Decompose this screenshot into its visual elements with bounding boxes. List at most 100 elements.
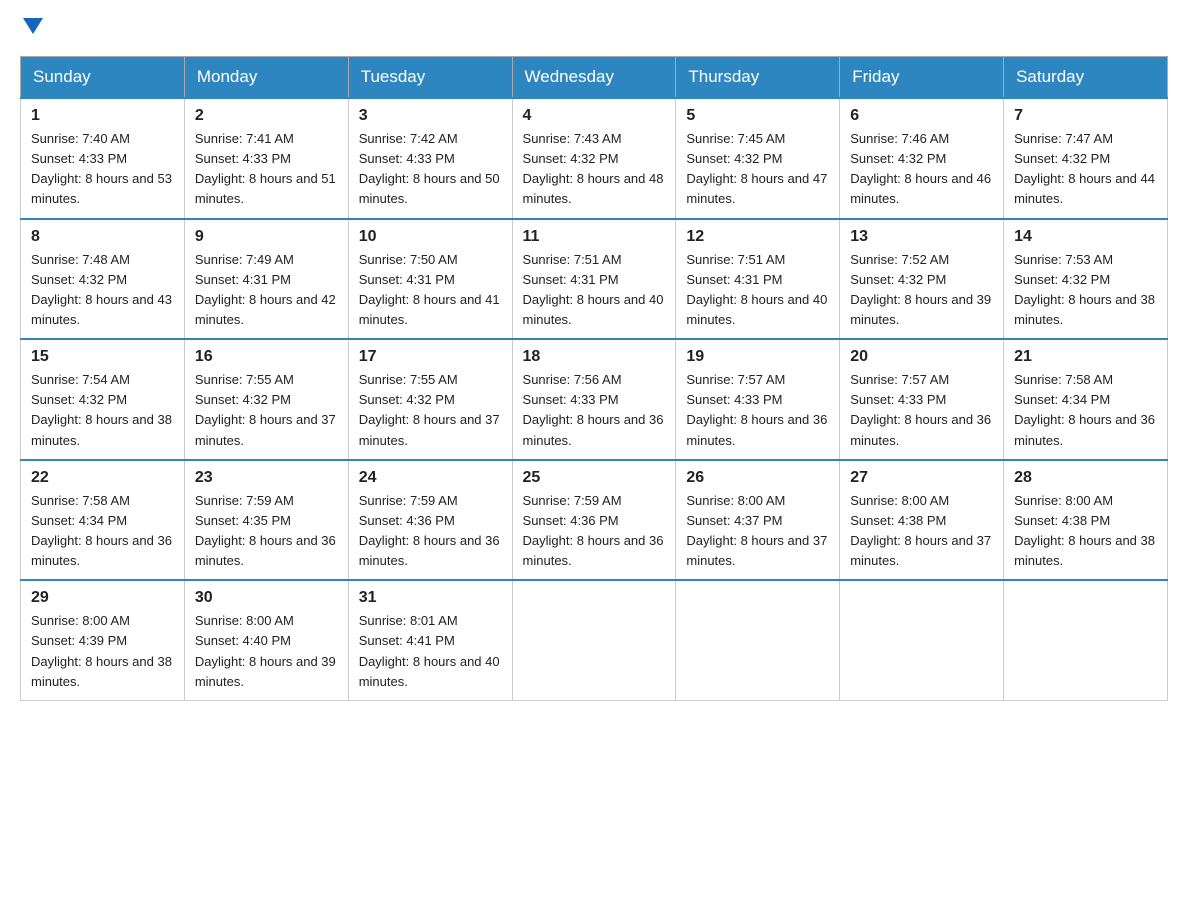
weekday-header-wednesday: Wednesday <box>512 57 676 99</box>
calendar-cell: 4 Sunrise: 7:43 AMSunset: 4:32 PMDayligh… <box>512 98 676 219</box>
day-info: Sunrise: 8:00 AMSunset: 4:38 PMDaylight:… <box>850 493 991 568</box>
calendar-cell: 9 Sunrise: 7:49 AMSunset: 4:31 PMDayligh… <box>184 219 348 340</box>
day-number: 18 <box>523 348 666 366</box>
calendar-cell: 19 Sunrise: 7:57 AMSunset: 4:33 PMDaylig… <box>676 339 840 460</box>
week-row-2: 8 Sunrise: 7:48 AMSunset: 4:32 PMDayligh… <box>21 219 1168 340</box>
day-number: 6 <box>850 107 993 125</box>
calendar-cell: 31 Sunrise: 8:01 AMSunset: 4:41 PMDaylig… <box>348 580 512 700</box>
day-info: Sunrise: 7:58 AMSunset: 4:34 PMDaylight:… <box>1014 372 1155 447</box>
day-info: Sunrise: 7:57 AMSunset: 4:33 PMDaylight:… <box>686 372 827 447</box>
day-number: 11 <box>523 228 666 246</box>
calendar-cell: 24 Sunrise: 7:59 AMSunset: 4:36 PMDaylig… <box>348 460 512 581</box>
calendar-cell <box>1004 580 1168 700</box>
week-row-4: 22 Sunrise: 7:58 AMSunset: 4:34 PMDaylig… <box>21 460 1168 581</box>
day-number: 17 <box>359 348 502 366</box>
day-info: Sunrise: 8:00 AMSunset: 4:37 PMDaylight:… <box>686 493 827 568</box>
day-number: 13 <box>850 228 993 246</box>
day-number: 25 <box>523 469 666 487</box>
calendar-cell: 5 Sunrise: 7:45 AMSunset: 4:32 PMDayligh… <box>676 98 840 219</box>
day-info: Sunrise: 7:51 AMSunset: 4:31 PMDaylight:… <box>523 252 664 327</box>
day-number: 31 <box>359 589 502 607</box>
calendar-cell: 8 Sunrise: 7:48 AMSunset: 4:32 PMDayligh… <box>21 219 185 340</box>
day-number: 5 <box>686 107 829 125</box>
day-number: 15 <box>31 348 174 366</box>
day-info: Sunrise: 7:53 AMSunset: 4:32 PMDaylight:… <box>1014 252 1155 327</box>
calendar-cell: 10 Sunrise: 7:50 AMSunset: 4:31 PMDaylig… <box>348 219 512 340</box>
day-info: Sunrise: 8:00 AMSunset: 4:40 PMDaylight:… <box>195 613 336 688</box>
day-number: 30 <box>195 589 338 607</box>
calendar-cell <box>840 580 1004 700</box>
calendar-cell: 15 Sunrise: 7:54 AMSunset: 4:32 PMDaylig… <box>21 339 185 460</box>
day-info: Sunrise: 7:58 AMSunset: 4:34 PMDaylight:… <box>31 493 172 568</box>
day-info: Sunrise: 8:00 AMSunset: 4:38 PMDaylight:… <box>1014 493 1155 568</box>
day-number: 12 <box>686 228 829 246</box>
day-number: 20 <box>850 348 993 366</box>
calendar-cell: 26 Sunrise: 8:00 AMSunset: 4:37 PMDaylig… <box>676 460 840 581</box>
day-number: 26 <box>686 469 829 487</box>
calendar-table: SundayMondayTuesdayWednesdayThursdayFrid… <box>20 56 1168 701</box>
day-number: 22 <box>31 469 174 487</box>
day-info: Sunrise: 8:00 AMSunset: 4:39 PMDaylight:… <box>31 613 172 688</box>
calendar-cell: 20 Sunrise: 7:57 AMSunset: 4:33 PMDaylig… <box>840 339 1004 460</box>
day-info: Sunrise: 7:54 AMSunset: 4:32 PMDaylight:… <box>31 372 172 447</box>
weekday-header-row: SundayMondayTuesdayWednesdayThursdayFrid… <box>21 57 1168 99</box>
day-info: Sunrise: 7:48 AMSunset: 4:32 PMDaylight:… <box>31 252 172 327</box>
week-row-3: 15 Sunrise: 7:54 AMSunset: 4:32 PMDaylig… <box>21 339 1168 460</box>
day-number: 19 <box>686 348 829 366</box>
day-number: 3 <box>359 107 502 125</box>
day-info: Sunrise: 7:52 AMSunset: 4:32 PMDaylight:… <box>850 252 991 327</box>
weekday-header-sunday: Sunday <box>21 57 185 99</box>
day-info: Sunrise: 7:57 AMSunset: 4:33 PMDaylight:… <box>850 372 991 447</box>
weekday-header-monday: Monday <box>184 57 348 99</box>
day-number: 23 <box>195 469 338 487</box>
calendar-cell: 12 Sunrise: 7:51 AMSunset: 4:31 PMDaylig… <box>676 219 840 340</box>
day-number: 27 <box>850 469 993 487</box>
day-info: Sunrise: 7:46 AMSunset: 4:32 PMDaylight:… <box>850 131 991 206</box>
day-info: Sunrise: 7:45 AMSunset: 4:32 PMDaylight:… <box>686 131 827 206</box>
calendar-cell: 30 Sunrise: 8:00 AMSunset: 4:40 PMDaylig… <box>184 580 348 700</box>
day-info: Sunrise: 7:50 AMSunset: 4:31 PMDaylight:… <box>359 252 500 327</box>
calendar-cell: 11 Sunrise: 7:51 AMSunset: 4:31 PMDaylig… <box>512 219 676 340</box>
calendar-cell: 25 Sunrise: 7:59 AMSunset: 4:36 PMDaylig… <box>512 460 676 581</box>
calendar-cell: 1 Sunrise: 7:40 AMSunset: 4:33 PMDayligh… <box>21 98 185 219</box>
day-number: 29 <box>31 589 174 607</box>
day-info: Sunrise: 7:49 AMSunset: 4:31 PMDaylight:… <box>195 252 336 327</box>
week-row-5: 29 Sunrise: 8:00 AMSunset: 4:39 PMDaylig… <box>21 580 1168 700</box>
day-number: 14 <box>1014 228 1157 246</box>
logo-triangle-icon <box>23 18 43 34</box>
calendar-cell: 17 Sunrise: 7:55 AMSunset: 4:32 PMDaylig… <box>348 339 512 460</box>
day-number: 28 <box>1014 469 1157 487</box>
page-header <box>20 20 1168 36</box>
day-info: Sunrise: 7:59 AMSunset: 4:36 PMDaylight:… <box>359 493 500 568</box>
day-info: Sunrise: 7:51 AMSunset: 4:31 PMDaylight:… <box>686 252 827 327</box>
day-info: Sunrise: 7:55 AMSunset: 4:32 PMDaylight:… <box>195 372 336 447</box>
day-info: Sunrise: 7:40 AMSunset: 4:33 PMDaylight:… <box>31 131 172 206</box>
day-info: Sunrise: 7:55 AMSunset: 4:32 PMDaylight:… <box>359 372 500 447</box>
calendar-cell: 29 Sunrise: 8:00 AMSunset: 4:39 PMDaylig… <box>21 580 185 700</box>
calendar-cell <box>512 580 676 700</box>
calendar-cell: 23 Sunrise: 7:59 AMSunset: 4:35 PMDaylig… <box>184 460 348 581</box>
calendar-cell: 18 Sunrise: 7:56 AMSunset: 4:33 PMDaylig… <box>512 339 676 460</box>
day-number: 16 <box>195 348 338 366</box>
calendar-cell: 27 Sunrise: 8:00 AMSunset: 4:38 PMDaylig… <box>840 460 1004 581</box>
day-info: Sunrise: 7:59 AMSunset: 4:35 PMDaylight:… <box>195 493 336 568</box>
week-row-1: 1 Sunrise: 7:40 AMSunset: 4:33 PMDayligh… <box>21 98 1168 219</box>
day-number: 1 <box>31 107 174 125</box>
day-info: Sunrise: 8:01 AMSunset: 4:41 PMDaylight:… <box>359 613 500 688</box>
day-number: 7 <box>1014 107 1157 125</box>
calendar-cell: 14 Sunrise: 7:53 AMSunset: 4:32 PMDaylig… <box>1004 219 1168 340</box>
calendar-cell: 21 Sunrise: 7:58 AMSunset: 4:34 PMDaylig… <box>1004 339 1168 460</box>
weekday-header-friday: Friday <box>840 57 1004 99</box>
day-number: 21 <box>1014 348 1157 366</box>
calendar-cell: 16 Sunrise: 7:55 AMSunset: 4:32 PMDaylig… <box>184 339 348 460</box>
day-number: 24 <box>359 469 502 487</box>
day-number: 9 <box>195 228 338 246</box>
weekday-header-thursday: Thursday <box>676 57 840 99</box>
day-info: Sunrise: 7:59 AMSunset: 4:36 PMDaylight:… <box>523 493 664 568</box>
day-info: Sunrise: 7:42 AMSunset: 4:33 PMDaylight:… <box>359 131 500 206</box>
logo <box>20 20 43 36</box>
calendar-cell: 22 Sunrise: 7:58 AMSunset: 4:34 PMDaylig… <box>21 460 185 581</box>
day-number: 2 <box>195 107 338 125</box>
weekday-header-tuesday: Tuesday <box>348 57 512 99</box>
day-number: 10 <box>359 228 502 246</box>
